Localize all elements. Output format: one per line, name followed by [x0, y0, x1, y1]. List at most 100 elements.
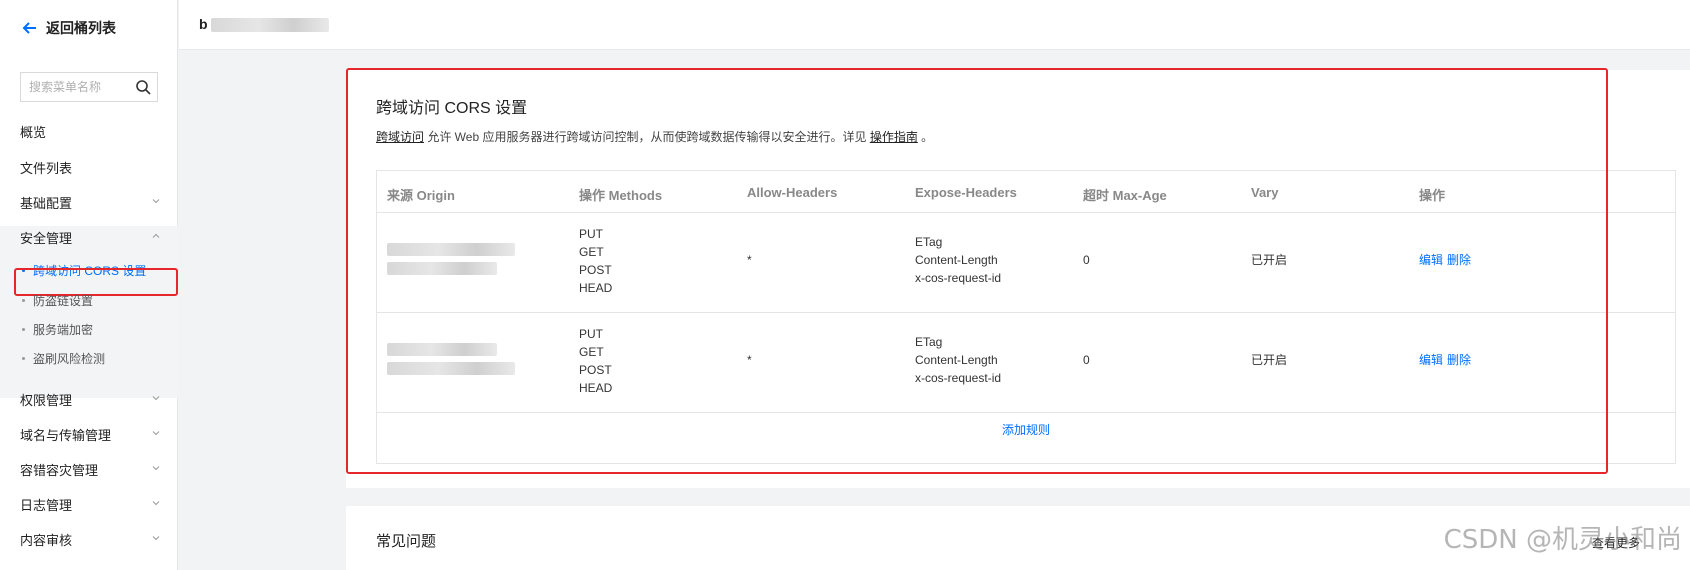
actions-cell: 编辑 删除	[1419, 251, 1475, 269]
col-max-age: 超时 Max-Age	[1083, 188, 1167, 203]
menu-label: 文件列表	[20, 160, 73, 176]
col-origin: 来源 Origin	[387, 188, 455, 203]
table-row: PUT GET POST HEAD * ETag Content-Length …	[377, 313, 1675, 413]
col-vary: Vary	[1251, 185, 1279, 200]
redacted-origin	[387, 243, 515, 256]
table-header: 来源 Origin 操作 Methods Allow-Headers Expos…	[377, 171, 1675, 213]
sub-item-hotlink[interactable]: 防盗链设置	[22, 289, 93, 311]
menu-item-security[interactable]: 安全管理	[0, 218, 178, 256]
allow-headers-cell: *	[747, 253, 752, 267]
table-row: PUT GET POST HEAD * ETag Content-Length …	[377, 213, 1675, 313]
col-allow-headers: Allow-Headers	[747, 185, 838, 200]
method: POST	[579, 363, 612, 377]
cors-settings-card: 跨域访问 CORS 设置 跨域访问 允许 Web 应用服务器进行跨域访问控制，从…	[346, 70, 1690, 488]
top-bar: b	[179, 0, 1690, 50]
chevron-down-icon	[152, 466, 160, 471]
menu-label: 日志管理	[20, 497, 73, 513]
sub-label: 服务端加密	[33, 322, 94, 337]
menu-label: 权限管理	[20, 392, 73, 408]
vary-cell: 已开启	[1251, 353, 1288, 367]
expose-header: Content-Length	[915, 353, 998, 367]
actions-cell: 编辑 删除	[1419, 351, 1475, 369]
chevron-down-icon	[152, 536, 160, 541]
expose-header: ETag	[915, 335, 943, 349]
cors-description: 跨域访问 允许 Web 应用服务器进行跨域访问控制，从而使跨域数据传输得以安全进…	[376, 128, 933, 145]
expose-headers-cell: ETag Content-Length x-cos-request-id	[915, 233, 1001, 287]
menu-label: 概览	[20, 124, 47, 140]
search-icon[interactable]	[135, 79, 151, 95]
chevron-down-icon	[152, 431, 160, 436]
cors-doc-link[interactable]: 跨域访问	[376, 130, 424, 144]
origin-redacted	[387, 343, 515, 375]
menu-label: 容错容灾管理	[20, 462, 99, 478]
sub-item-encryption[interactable]: 服务端加密	[22, 318, 93, 340]
sub-item-risk[interactable]: 盗刷风险检测	[22, 347, 105, 369]
redacted-origin	[387, 262, 497, 275]
menu-search-input[interactable]	[29, 80, 129, 94]
watermark: CSDN @机灵小和尚	[1443, 525, 1682, 555]
col-actions: 操作	[1419, 188, 1446, 203]
delete-button[interactable]: 删除	[1447, 253, 1471, 267]
method: PUT	[579, 327, 603, 341]
methods-cell: PUT GET POST HEAD	[579, 325, 612, 397]
cors-rules-table: 来源 Origin 操作 Methods Allow-Headers Expos…	[376, 170, 1676, 464]
chevron-down-icon	[152, 396, 160, 401]
faq-title: 常见问题	[376, 533, 437, 550]
menu-item-overview[interactable]: 概览	[0, 112, 178, 150]
method: POST	[579, 263, 612, 277]
bucket-name: b	[199, 16, 330, 33]
redacted-origin	[387, 343, 497, 356]
menu-search[interactable]	[20, 72, 158, 102]
edit-button[interactable]: 编辑	[1419, 353, 1443, 367]
menu-item-logs[interactable]: 日志管理	[0, 485, 178, 523]
method: GET	[579, 345, 604, 359]
desc-end: 。	[917, 130, 934, 144]
chevron-up-icon	[152, 233, 160, 238]
back-label: 返回桶列表	[46, 20, 116, 36]
edit-button[interactable]: 编辑	[1419, 253, 1443, 267]
menu-label: 基础配置	[20, 195, 73, 211]
menu-item-disaster[interactable]: 容错容灾管理	[0, 450, 178, 488]
menu-item-content[interactable]: 内容审核	[0, 520, 178, 558]
col-methods: 操作 Methods	[579, 188, 663, 203]
vary-cell: 已开启	[1251, 253, 1288, 267]
expose-header: x-cos-request-id	[915, 371, 1002, 385]
expose-header: x-cos-request-id	[915, 271, 1002, 285]
expose-header: Content-Length	[915, 253, 998, 267]
arrow-left-icon	[22, 22, 36, 34]
max-age-cell: 0	[1083, 253, 1090, 267]
method: HEAD	[579, 381, 613, 395]
bullet-icon	[22, 298, 25, 302]
back-to-bucket-list-button[interactable]: 返回桶列表	[22, 18, 116, 38]
menu-item-domains[interactable]: 域名与传输管理	[0, 415, 178, 453]
menu-item-permissions[interactable]: 权限管理	[0, 380, 178, 418]
cors-title: 跨域访问 CORS 设置	[376, 100, 528, 117]
sidebar: 返回桶列表 概览 文件列表 基础配置 安全管理 跨域访问 CORS 设置 防盗链…	[0, 0, 178, 570]
expose-headers-cell: ETag Content-Length x-cos-request-id	[915, 333, 1001, 387]
redacted-origin	[387, 362, 515, 375]
bullet-icon	[22, 356, 25, 360]
col-expose-headers: Expose-Headers	[915, 185, 1017, 200]
guide-link[interactable]: 操作指南	[870, 130, 918, 144]
desc-text: 允许 Web 应用服务器进行跨域访问控制，从而使跨域数据传输得以安全进行。详见	[424, 130, 870, 144]
max-age-cell: 0	[1083, 353, 1090, 367]
sub-label: 盗刷风险检测	[33, 351, 106, 366]
menu-item-basic[interactable]: 基础配置	[0, 183, 178, 221]
redacted-bucket-name	[211, 18, 330, 33]
method: HEAD	[579, 281, 613, 295]
chevron-down-icon	[152, 199, 160, 204]
methods-cell: PUT GET POST HEAD	[579, 225, 612, 297]
delete-button[interactable]: 删除	[1447, 353, 1471, 367]
menu-label: 域名与传输管理	[20, 427, 112, 443]
add-rule-button[interactable]: 添加规则	[377, 421, 1675, 438]
method: GET	[579, 245, 604, 259]
chevron-down-icon	[152, 501, 160, 506]
origin-redacted	[387, 243, 515, 275]
expose-header: ETag	[915, 235, 943, 249]
menu-label: 内容审核	[20, 532, 73, 548]
bullet-icon	[22, 327, 25, 331]
sub-label: 防盗链设置	[33, 293, 94, 308]
menu-label: 安全管理	[20, 230, 73, 246]
menu-item-files[interactable]: 文件列表	[0, 148, 178, 186]
method: PUT	[579, 227, 603, 241]
